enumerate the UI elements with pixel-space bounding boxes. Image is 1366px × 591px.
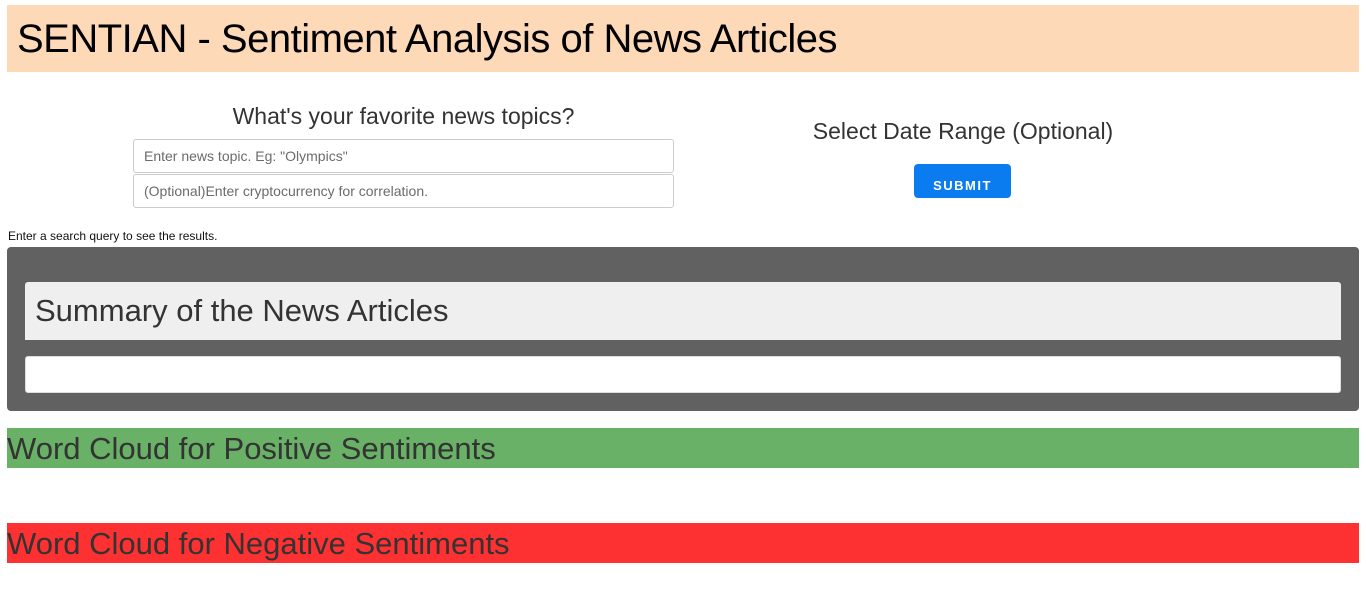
summary-content <box>25 356 1341 393</box>
positive-word-cloud-title: Word Cloud for Positive Sentiments <box>7 431 496 466</box>
summary-panel: Summary of the News Articles <box>7 247 1359 411</box>
summary-header: Summary of the News Articles <box>25 282 1341 340</box>
date-range-heading: Select Date Range (Optional) <box>812 118 1114 144</box>
page-title: SENTIAN - Sentiment Analysis of News Art… <box>17 17 838 61</box>
cryptocurrency-input[interactable] <box>133 174 674 208</box>
news-topic-input[interactable] <box>133 139 674 173</box>
positive-word-cloud-section: Word Cloud for Positive Sentiments <box>7 428 1359 468</box>
negative-word-cloud-section: Word Cloud for Negative Sentiments <box>7 523 1359 563</box>
summary-title: Summary of the News Articles <box>35 293 449 328</box>
app-header: SENTIAN - Sentiment Analysis of News Art… <box>7 5 1359 72</box>
submit-button[interactable]: SUBMIT <box>914 164 1011 198</box>
negative-word-cloud-title: Word Cloud for Negative Sentiments <box>7 526 510 561</box>
topic-heading: What's your favorite news topics? <box>232 103 575 129</box>
status-message: Enter a search query to see the results. <box>8 229 218 243</box>
